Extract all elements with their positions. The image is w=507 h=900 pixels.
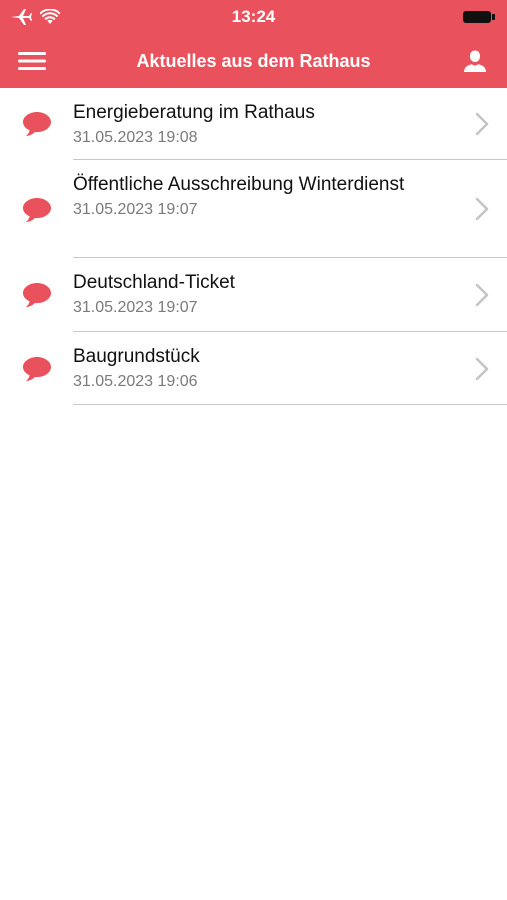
- news-item-text: Baugrundstück 31.05.2023 19:06: [73, 344, 447, 393]
- status-bar: 13:24: [0, 0, 507, 34]
- page-title: Aktuelles aus dem Rathaus: [136, 51, 371, 71]
- news-item-text: Deutschland-Ticket 31.05.2023 19:07: [73, 270, 447, 319]
- user-profile-icon: [464, 50, 486, 72]
- news-item-date: 31.05.2023 19:07: [73, 201, 198, 218]
- news-list-item[interactable]: Öffentliche Ausschreibung Winterdienst 3…: [0, 160, 507, 258]
- news-item-title: Baugrundstück: [73, 346, 200, 367]
- speech-bubble-icon: [23, 357, 51, 381]
- chevron-right-icon: [475, 112, 489, 136]
- news-list: Energieberatung im Rathaus 31.05.2023 19…: [0, 88, 507, 405]
- news-item-date: 31.05.2023 19:07: [73, 299, 198, 316]
- news-item-text: Energieberatung im Rathaus 31.05.2023 19…: [73, 100, 447, 149]
- news-item-title: Öffentliche Ausschreibung Winterdienst: [73, 174, 405, 195]
- speech-bubble-icon: [23, 198, 51, 222]
- profile-button[interactable]: [457, 45, 493, 77]
- app-header: 13:24 Aktuelles aus dem Rathaus: [0, 0, 507, 88]
- chevron-right-icon: [475, 357, 489, 381]
- news-list-item[interactable]: Baugrundstück 31.05.2023 19:06: [0, 332, 507, 405]
- navigation-bar: Aktuelles aus dem Rathaus: [0, 34, 507, 88]
- news-list-item[interactable]: Deutschland-Ticket 31.05.2023 19:07: [0, 258, 507, 332]
- speech-bubble-icon: [23, 283, 51, 307]
- news-item-title: Deutschland-Ticket: [73, 272, 235, 293]
- hamburger-menu-icon: [18, 52, 46, 70]
- news-item-title: Energieberatung im Rathaus: [73, 102, 315, 123]
- news-list-item[interactable]: Energieberatung im Rathaus 31.05.2023 19…: [0, 88, 507, 160]
- chevron-right-icon: [475, 283, 489, 307]
- row-divider: [73, 404, 507, 405]
- news-item-date: 31.05.2023 19:06: [73, 373, 198, 390]
- status-time: 13:24: [231, 7, 276, 26]
- speech-bubble-icon: [23, 112, 51, 136]
- news-item-text: Öffentliche Ausschreibung Winterdienst 3…: [73, 172, 447, 221]
- chevron-right-icon: [475, 197, 489, 221]
- menu-button[interactable]: [14, 45, 50, 77]
- battery-icon: [463, 11, 495, 23]
- news-item-date: 31.05.2023 19:08: [73, 129, 198, 146]
